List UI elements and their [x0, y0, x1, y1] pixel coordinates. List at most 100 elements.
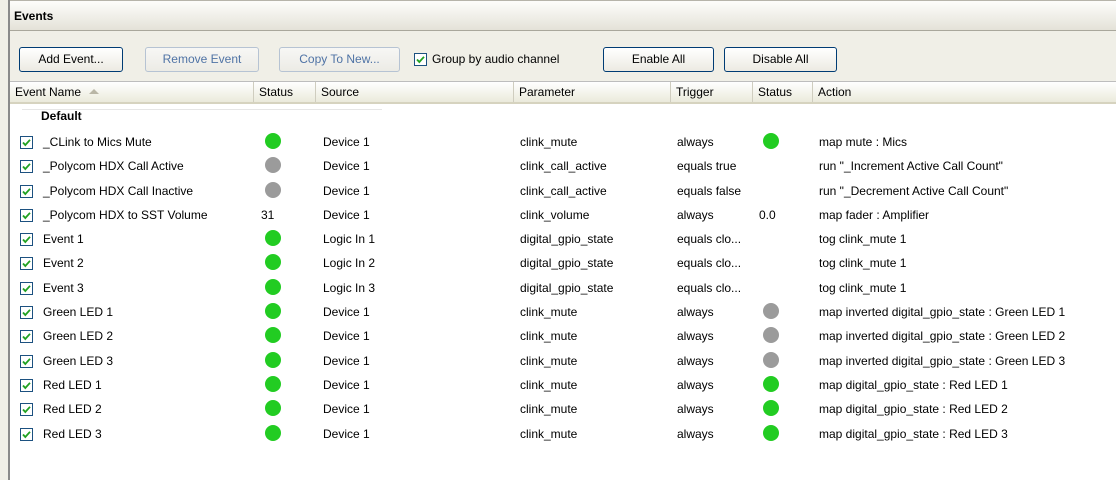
status-gray-indicator [265, 157, 281, 174]
table-row[interactable]: Green LED 2 Device 1 clink_mute always map i… [10, 324, 1116, 348]
status-green-indicator [265, 424, 281, 441]
checkmark-icon [22, 284, 31, 293]
group-header[interactable]: Default [10, 104, 1116, 128]
checkmark-icon [22, 236, 31, 244]
event-trigger: always [677, 135, 714, 149]
table-row[interactable]: Red LED 1 Device 1 clink_mute always map dig… [10, 373, 1116, 397]
enable-all-button[interactable]: Enable All [603, 47, 714, 72]
checkmark-icon [22, 406, 31, 414]
trigger-status-value: 0.0 [759, 207, 776, 222]
event-action: tog clink_mute 1 [819, 232, 907, 247]
event-name: Event 3 [43, 280, 84, 295]
event-enabled-checkbox[interactable] [20, 160, 33, 174]
column-header-trigger-status[interactable]: Status [753, 82, 813, 102]
checkmark-icon [22, 382, 31, 390]
events-panel: Events Add Event... Remove Event Copy To… [8, 0, 1116, 480]
event-trigger: equals false [677, 183, 742, 198]
event-action: map mute : Mics [819, 135, 908, 149]
checkmark-icon [22, 139, 31, 147]
column-header-status[interactable]: Status [254, 82, 316, 102]
add-event-button[interactable]: Add Event... [19, 47, 123, 72]
table-row[interactable]: _Polycom HDX to SST Volume 31 Device 1 clin… [10, 203, 1116, 227]
sort-ascending-icon [89, 89, 100, 94]
table-row[interactable]: Green LED 3 Device 1 clink_mute always map i… [10, 349, 1116, 373]
event-trigger: always [677, 207, 714, 222]
event-parameter: clink_mute [520, 426, 578, 441]
status-value: 31 [261, 207, 275, 222]
column-header-trigger[interactable]: Trigger [671, 82, 753, 102]
event-enabled-checkbox[interactable] [20, 208, 33, 222]
event-enabled-checkbox[interactable] [20, 136, 33, 149]
table-row[interactable]: _Polycom HDX Call Inactive Device 1 clink_… [10, 179, 1116, 203]
status-green-indicator [265, 375, 281, 392]
event-source: Logic In 2 [323, 256, 376, 271]
event-action: map inverted digital_gpio_state : Green … [819, 329, 1066, 344]
event-enabled-checkbox[interactable] [20, 257, 33, 271]
event-source: Logic In 1 [323, 232, 376, 247]
event-enabled-checkbox[interactable] [20, 427, 33, 441]
event-enabled-checkbox[interactable] [20, 403, 33, 417]
event-parameter: clink_mute [520, 305, 578, 320]
event-source: Device 1 [323, 159, 370, 174]
event-enabled-checkbox[interactable] [20, 354, 33, 368]
event-enabled-checkbox[interactable] [20, 378, 33, 392]
table-row[interactable]: Red LED 2 Device 1 clink_mute always map dig… [10, 397, 1116, 421]
event-enabled-checkbox[interactable] [20, 330, 33, 344]
table-row[interactable]: _Polycom HDX Call Active Device 1 clink_ca… [10, 154, 1116, 178]
event-action: map digital_gpio_state : Red LED 3 [819, 426, 1008, 441]
checkmark-icon [416, 55, 425, 63]
event-parameter: clink_call_active [520, 183, 607, 198]
toolbar: Add Event... Remove Event Copy To New...… [10, 31, 1116, 81]
event-source: Device 1 [323, 183, 370, 198]
table-row[interactable]: Event 1 Logic In 1 digital_gpio_state equal… [10, 227, 1116, 251]
event-action: tog clink_mute 1 [819, 280, 907, 295]
table-row[interactable]: Green LED 1 Device 1 clink_mute always map i… [10, 300, 1116, 324]
event-source: Device 1 [323, 353, 370, 368]
event-parameter: digital_gpio_state [520, 280, 614, 295]
disable-all-button[interactable]: Disable All [724, 47, 837, 72]
trigger-status-gray-indicator [763, 303, 779, 320]
event-trigger: always [677, 329, 714, 344]
status-green-indicator [265, 327, 281, 344]
trigger-status-gray-indicator [763, 351, 779, 368]
event-name: _CLink to Mics Mute [43, 135, 152, 149]
column-header-parameter[interactable]: Parameter [514, 82, 671, 102]
event-source: Device 1 [323, 426, 370, 441]
status-green-indicator [265, 254, 281, 271]
table-row[interactable]: Red LED 3 Device 1 clink_mute always map dig… [10, 422, 1116, 446]
event-action: map inverted digital_gpio_state : Green … [819, 353, 1066, 368]
trigger-status-green-indicator [763, 424, 779, 441]
table-row[interactable]: _CLink to Mics Mute Device 1 clink_mute alw… [10, 130, 1116, 154]
table-row[interactable]: Event 3 Logic In 3 digital_gpio_state equal… [10, 276, 1116, 300]
event-enabled-checkbox[interactable] [20, 233, 33, 247]
remove-event-button[interactable]: Remove Event [145, 47, 259, 72]
status-green-indicator [265, 230, 281, 247]
event-name: Red LED 1 [43, 377, 102, 392]
group-by-checkbox[interactable] [414, 52, 427, 66]
column-header-action[interactable]: Action [813, 82, 1116, 102]
table-row[interactable]: Event 2 Logic In 2 digital_gpio_state equal… [10, 251, 1116, 275]
column-header-source[interactable]: Source [316, 82, 514, 102]
event-action: map fader : Amplifier [819, 207, 930, 222]
event-name: Green LED 1 [43, 305, 114, 320]
event-enabled-checkbox[interactable] [20, 306, 33, 320]
copy-to-new-button[interactable]: Copy To New... [279, 47, 400, 72]
event-parameter: clink_volume [520, 207, 590, 222]
event-trigger: equals clo... [677, 280, 742, 295]
event-parameter: digital_gpio_state [520, 256, 614, 271]
checkmark-icon [22, 309, 31, 317]
trigger-status-gray-indicator [763, 327, 779, 344]
group-by-audio-channel-toggle[interactable]: Group by audio channel [414, 51, 559, 67]
event-trigger: equals clo... [677, 256, 742, 271]
event-parameter: clink_call_active [520, 159, 607, 174]
column-header-event-name[interactable]: Event Name [10, 82, 254, 102]
events-table: Event Name Status Source Parameter Trigg… [10, 81, 1116, 480]
event-enabled-checkbox[interactable] [20, 184, 33, 198]
event-name: Event 2 [43, 256, 84, 271]
table-header: Event Name Status Source Parameter Trigg… [10, 82, 1116, 104]
checkmark-icon [22, 212, 31, 220]
status-gray-indicator [265, 181, 281, 198]
event-parameter: digital_gpio_state [520, 232, 614, 247]
event-enabled-checkbox[interactable] [20, 281, 33, 295]
trigger-status-green-indicator [763, 133, 779, 149]
